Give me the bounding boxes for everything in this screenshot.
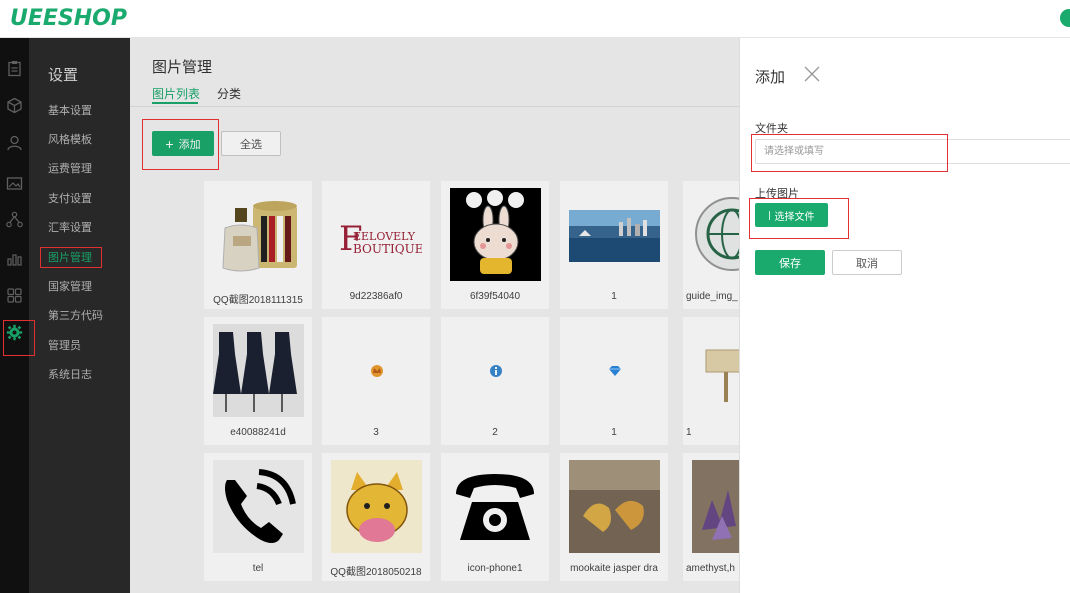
cube-icon[interactable] (6, 97, 23, 114)
image-card-label: 6f39f54040 (469, 291, 521, 302)
globe-icon-image (692, 188, 739, 281)
sign-icon-image (692, 324, 739, 417)
telephone-icon-image (450, 460, 541, 553)
settings-gear-icon[interactable] (6, 324, 23, 341)
nav-item-shipping[interactable]: 运费管理 (48, 160, 92, 176)
user-avatar-icon[interactable] (1060, 9, 1070, 27)
image-card[interactable]: F EELOVELY BOUTIQUE 9d22386af0 (322, 181, 430, 309)
top-bar: UEESHOP (0, 0, 1070, 38)
choose-file-button[interactable]: 选择文件 (755, 203, 828, 227)
tab-categories[interactable]: 分类 (217, 85, 241, 102)
active-tab-indicator (152, 102, 198, 104)
image-card[interactable]: QQ截图2018111315 (204, 181, 312, 309)
image-card[interactable]: 2 (441, 317, 549, 445)
image-card-label: icon-phone1 (467, 563, 523, 574)
image-card[interactable]: e40088241d (204, 317, 312, 445)
image-card-label: 1 (611, 291, 617, 302)
image-card[interactable]: guide_img_ (683, 181, 739, 309)
icon-rail (0, 38, 29, 593)
nav-item-administrators[interactable]: 管理员 (48, 337, 81, 353)
close-icon[interactable] (803, 65, 821, 83)
image-icon[interactable] (6, 175, 23, 192)
cancel-button[interactable]: 取消 (832, 250, 902, 275)
amethyst-photo-image (692, 460, 739, 553)
boutique-logo-image: F EELOVELY BOUTIQUE (331, 188, 422, 281)
image-card-label: 3 (373, 427, 379, 438)
nav-title: 设置 (48, 67, 79, 84)
select-all-button[interactable]: 全选 (221, 131, 281, 156)
cat-sticker-image (331, 460, 422, 553)
app-logo[interactable]: UEESHOP (10, 6, 127, 31)
image-card-label: 9d22386af0 (349, 291, 403, 302)
folder-label: 文件夹 (755, 123, 788, 135)
svg-text:BOUTIQUE: BOUTIQUE (353, 242, 422, 256)
info-icon-image (450, 324, 541, 417)
tab-image-list[interactable]: 图片列表 (152, 85, 200, 102)
plus-icon: + (165, 135, 174, 152)
save-button[interactable]: 保存 (755, 250, 825, 275)
bar-chart-icon[interactable] (6, 250, 23, 267)
clipboard-icon[interactable] (6, 60, 23, 77)
upload-divider (768, 210, 770, 220)
nav-item-image-management[interactable]: 图片管理 (48, 249, 92, 265)
harbor-photo-image (569, 188, 660, 281)
tab-divider (130, 106, 739, 107)
crown-icon-image (331, 324, 422, 417)
add-button-label: 添加 (178, 138, 201, 151)
image-card-label: 1 (686, 427, 692, 438)
image-card-label: guide_img_ (686, 291, 738, 302)
nav-item-third-party-code[interactable]: 第三方代码 (48, 307, 103, 323)
add-image-panel: 添加 文件夹 上传图片 选择文件 保存 取消 (739, 38, 1070, 593)
nav-item-basic-settings[interactable]: 基本设置 (48, 102, 92, 118)
sitemap-icon[interactable] (6, 211, 23, 228)
image-card-label: amethyst,h (686, 563, 735, 574)
nav-item-payment[interactable]: 支付设置 (48, 190, 92, 206)
image-card[interactable]: 6f39f54040 (441, 181, 549, 309)
dresses-photo-image (213, 324, 304, 417)
user-icon[interactable] (6, 134, 23, 151)
image-card[interactable]: 1 (683, 317, 739, 445)
image-card[interactable]: 1 (560, 181, 668, 309)
dragon-carving-image (569, 460, 660, 553)
image-card[interactable]: QQ截图2018050218 (322, 453, 430, 581)
perfume-image (213, 188, 304, 281)
image-card[interactable]: amethyst,h (683, 453, 739, 581)
image-card[interactable]: 1 (560, 317, 668, 445)
nav-item-countries[interactable]: 国家管理 (48, 278, 92, 294)
image-card[interactable]: 3 (322, 317, 430, 445)
main-content: 图片管理 图片列表 分类 + 添加 全选 QQ截图2018111315 F EE… (130, 38, 739, 593)
diamond-icon-image (569, 324, 660, 417)
image-card-label: 2 (492, 427, 498, 438)
choose-file-label: 选择文件 (774, 211, 815, 223)
nav-item-theme-templates[interactable]: 风格模板 (48, 131, 92, 147)
add-button[interactable]: + 添加 (152, 131, 214, 156)
image-card[interactable]: icon-phone1 (441, 453, 549, 581)
upload-label: 上传图片 (755, 188, 799, 200)
panel-title: 添加 (755, 69, 786, 86)
grid-icon[interactable] (6, 287, 23, 304)
image-card-label: QQ截图2018050218 (330, 567, 422, 578)
phone-icon-image (213, 460, 304, 553)
image-card-label: mookaite jasper dra (570, 563, 658, 574)
folder-input[interactable] (755, 139, 1070, 164)
nav-item-exchange-rate[interactable]: 汇率设置 (48, 219, 92, 235)
image-card-label: 1 (611, 427, 617, 438)
image-card[interactable]: mookaite jasper dra (560, 453, 668, 581)
image-card-label: tel (252, 563, 264, 574)
settings-nav: 设置 基本设置 风格模板 运费管理 支付设置 汇率设置 图片管理 国家管理 第三… (29, 38, 130, 593)
rabbit-sticker-image (450, 188, 541, 281)
image-card[interactable]: tel (204, 453, 312, 581)
image-card-label: QQ截图2018111315 (213, 295, 303, 306)
nav-item-system-log[interactable]: 系统日志 (48, 366, 92, 382)
image-card-label: e40088241d (230, 427, 286, 438)
page-title: 图片管理 (152, 59, 213, 76)
